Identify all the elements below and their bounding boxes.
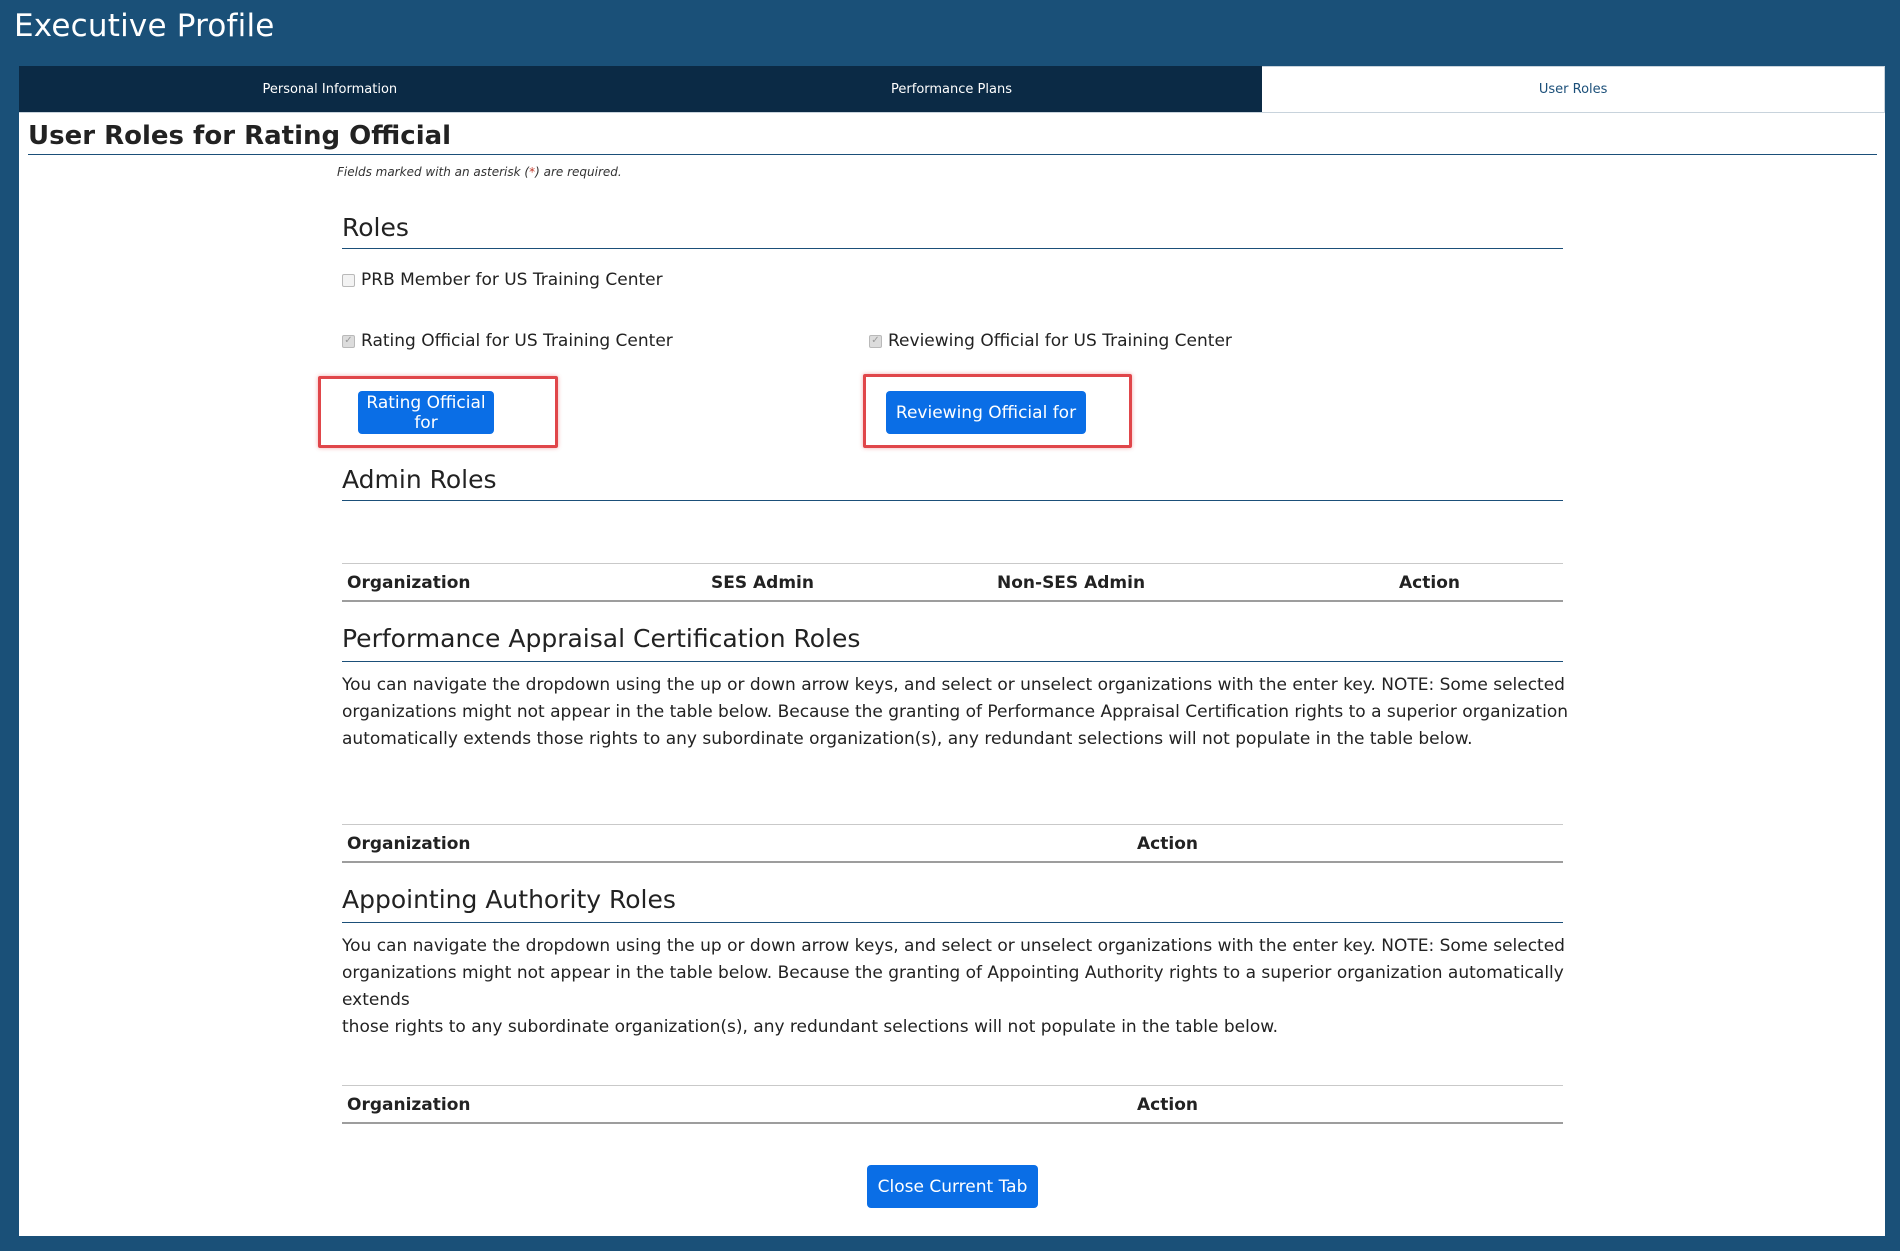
prb-member-label: PRB Member for US Training Center — [361, 270, 663, 290]
pac-roles-table-header: Organization Action — [342, 824, 1563, 863]
appointing-description-line: organizations might not appear in the ta… — [342, 963, 1564, 1010]
column-organization: Organization — [347, 834, 471, 854]
pac-roles-rule — [342, 661, 1563, 662]
pac-description-line: automatically extends those rights to an… — [342, 729, 1473, 749]
pac-roles-description: You can navigate the dropdown using the … — [342, 672, 1582, 753]
reviewing-official-label: Reviewing Official for US Training Cente… — [888, 331, 1232, 351]
appointing-roles-description: You can navigate the dropdown using the … — [342, 933, 1582, 1041]
reviewing-official-for-button[interactable]: Reviewing Official for — [886, 391, 1086, 434]
tab-user-roles[interactable]: User Roles — [1262, 66, 1886, 112]
appointing-roles-heading: Appointing Authority Roles — [342, 885, 676, 914]
roles-rule — [342, 248, 1563, 249]
check-icon: ✓ — [871, 335, 880, 346]
admin-roles-heading: Admin Roles — [342, 465, 497, 494]
rating-official-checkbox[interactable]: ✓ — [342, 334, 355, 348]
roles-heading: Roles — [342, 213, 409, 242]
rating-official-label: Rating Official for US Training Center — [361, 331, 673, 351]
check-icon: ✓ — [344, 335, 353, 346]
appointing-roles-table-header: Organization Action — [342, 1085, 1563, 1124]
page-title: User Roles for Rating Official — [28, 121, 452, 151]
app-title: Executive Profile — [14, 8, 275, 44]
prb-member-checkbox-row[interactable]: PRB Member for US Training Center — [342, 270, 663, 290]
column-organization: Organization — [347, 573, 471, 593]
pac-description-line: You can navigate the dropdown using the … — [342, 675, 1565, 695]
appointing-roles-rule — [342, 922, 1563, 923]
prb-member-checkbox[interactable] — [342, 273, 355, 287]
reviewing-official-checkbox[interactable]: ✓ — [869, 334, 882, 348]
admin-roles-rule — [342, 500, 1563, 501]
main-panel: Personal Information Performance Plans U… — [19, 66, 1886, 1236]
appointing-description-line: You can navigate the dropdown using the … — [342, 936, 1565, 956]
rating-official-checkbox-row[interactable]: ✓ Rating Official for US Training Center — [342, 331, 673, 351]
tab-personal-information[interactable]: Personal Information — [19, 66, 641, 112]
column-action: Action — [1137, 1095, 1198, 1115]
column-action: Action — [1137, 834, 1198, 854]
required-fields-note: Fields marked with an asterisk (*) are r… — [337, 165, 622, 179]
column-ses-admin: SES Admin — [711, 573, 814, 593]
pac-description-line: organizations might not appear in the ta… — [342, 702, 1568, 722]
tab-divider — [19, 112, 1885, 113]
column-action: Action — [1399, 573, 1460, 593]
required-note-prefix: Fields marked with an asterisk ( — [337, 165, 530, 179]
column-non-ses-admin: Non-SES Admin — [997, 573, 1146, 593]
admin-roles-table-header: Organization SES Admin Non-SES Admin Act… — [342, 563, 1563, 602]
page-title-rule — [28, 154, 1877, 155]
close-current-tab-button[interactable]: Close Current Tab — [867, 1165, 1038, 1208]
tab-performance-plans[interactable]: Performance Plans — [641, 66, 1263, 112]
appointing-description-line: those rights to any subordinate organiza… — [342, 1017, 1278, 1037]
pac-roles-heading: Performance Appraisal Certification Role… — [342, 624, 861, 653]
tab-bar: Personal Information Performance Plans U… — [19, 66, 1886, 112]
reviewing-official-checkbox-row[interactable]: ✓ Reviewing Official for US Training Cen… — [869, 331, 1232, 351]
required-note-suffix: ) are required. — [535, 165, 622, 179]
rating-official-for-button[interactable]: Rating Official for — [358, 391, 494, 434]
column-organization: Organization — [347, 1095, 471, 1115]
